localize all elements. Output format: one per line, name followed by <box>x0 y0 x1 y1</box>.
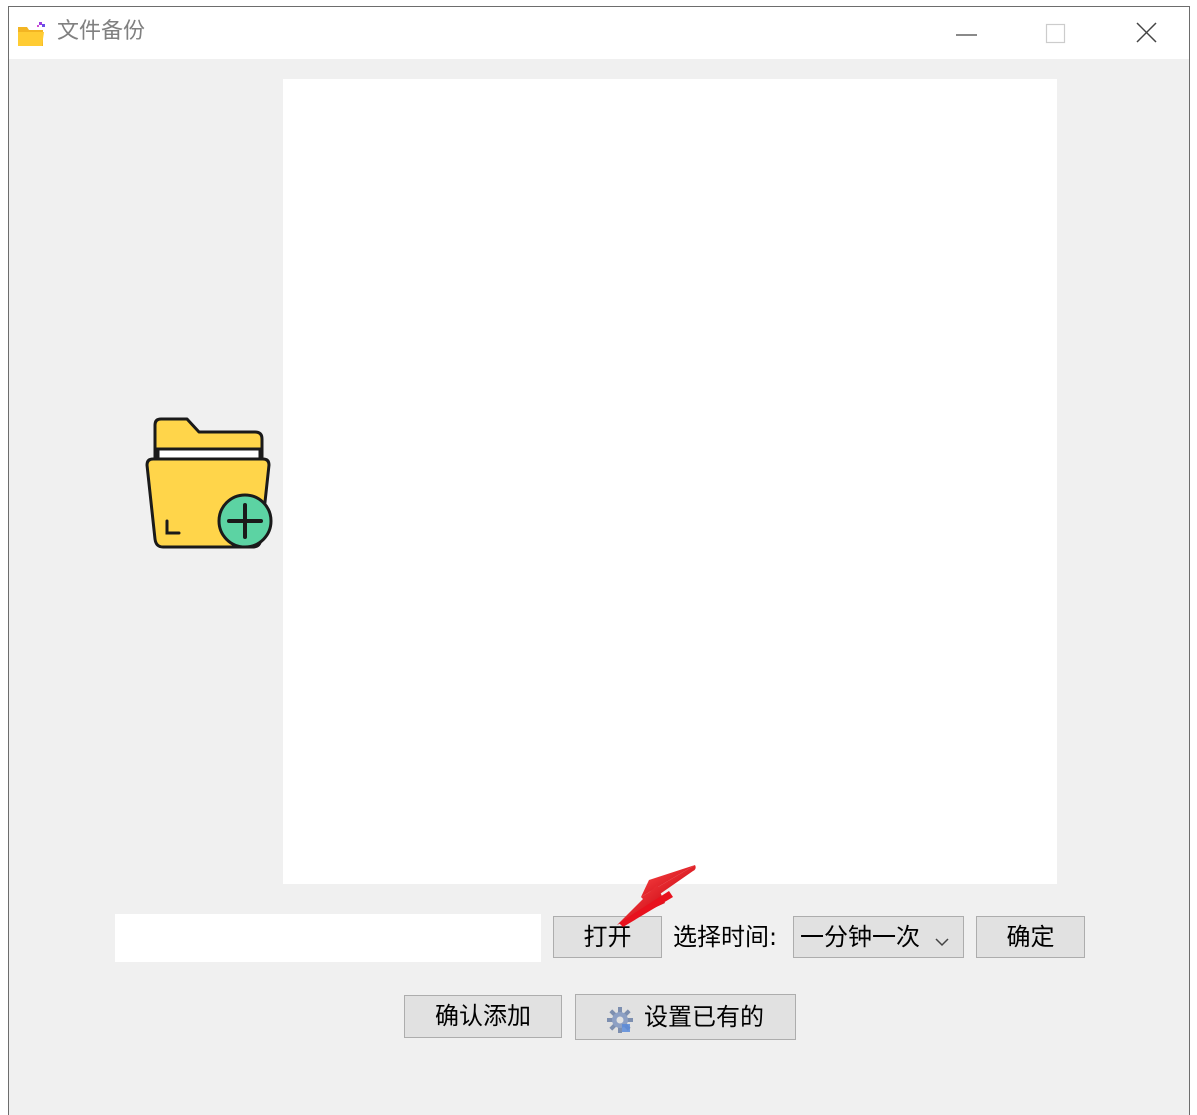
window-title: 文件备份 <box>57 19 146 44</box>
file-list-panel[interactable] <box>283 79 1057 884</box>
gear-icon <box>606 1004 634 1033</box>
folder-add-icon[interactable] <box>143 415 275 549</box>
open-button[interactable]: 打开 <box>553 916 662 958</box>
settings-existing-label: 设置已有的 <box>644 1003 764 1031</box>
app-folder-icon <box>17 21 47 47</box>
app-window: 文件备份 打开 选择时间: 一分钟一次 确定 确认添加 设置已有的 <box>8 6 1190 1115</box>
maximize-icon <box>1045 23 1066 44</box>
ok-button[interactable]: 确定 <box>976 916 1085 958</box>
time-label: 选择时间: <box>673 923 778 951</box>
minimize-button[interactable] <box>921 7 1011 59</box>
path-input[interactable] <box>115 914 541 962</box>
close-button[interactable] <box>1101 7 1191 59</box>
confirm-add-button[interactable]: 确认添加 <box>404 995 562 1038</box>
title-bar[interactable]: 文件备份 <box>9 7 1189 59</box>
maximize-button[interactable] <box>1011 7 1101 59</box>
settings-existing-button[interactable]: 设置已有的 <box>575 994 796 1040</box>
close-icon <box>1136 22 1157 43</box>
time-select[interactable]: 一分钟一次 <box>793 916 964 958</box>
time-select-value: 一分钟一次 <box>800 923 920 951</box>
chevron-down-icon <box>934 932 950 947</box>
